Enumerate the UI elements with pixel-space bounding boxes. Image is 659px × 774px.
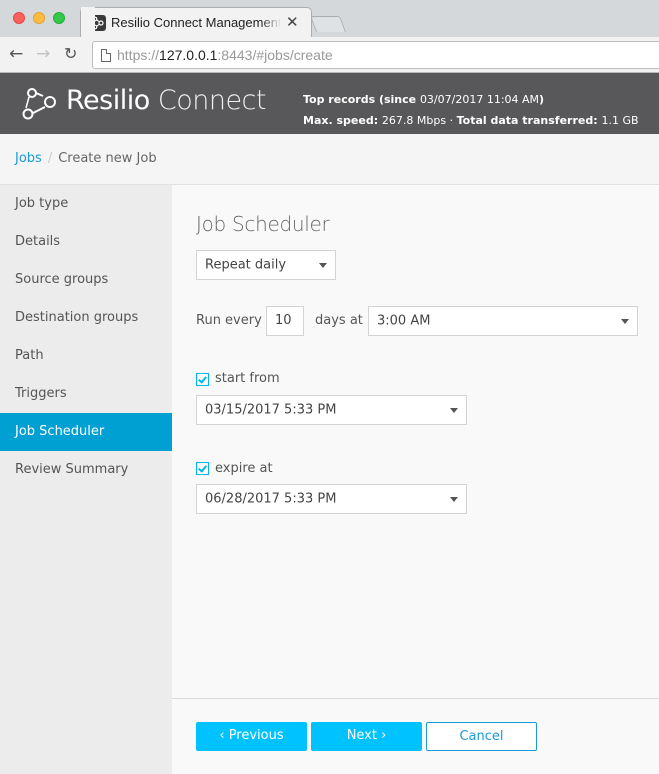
previous-button[interactable]: ‹ Previous — [196, 722, 307, 751]
total-data-label: Total data transferred: — [456, 114, 602, 127]
url-path: :8443/#jobs/create — [217, 47, 333, 63]
page-icon — [101, 49, 111, 62]
browser-tab-active[interactable]: Resilio Connect Management Console ✕ — [80, 7, 312, 38]
repeat-frequency-select[interactable]: Repeat daily — [196, 250, 336, 280]
chevron-down-icon — [450, 497, 458, 502]
url-text[interactable]: https://127.0.0.1:8443/#jobs/create — [117, 47, 333, 63]
breadcrumb-current: Create new Job — [58, 151, 157, 166]
start-date-value: 03/15/2017 5:33 PM — [205, 402, 337, 418]
sidebar-item-review-summary[interactable]: Review Summary — [0, 451, 172, 489]
breadcrumb-separator: / — [47, 151, 53, 166]
expire-date-select[interactable]: 06/28/2017 5:33 PM — [196, 484, 467, 514]
expire-at-checkbox[interactable] — [196, 462, 209, 475]
job-scheduler-panel: Job Scheduler Repeat daily Run every 10 … — [172, 185, 659, 774]
browser-toolbar: ← → ↻ https://127.0.0.1:8443/#jobs/creat… — [0, 37, 659, 73]
run-time-select[interactable]: 3:00 AM — [368, 306, 638, 336]
since-end: ) — [539, 93, 545, 106]
brand-bold: Resilio — [66, 85, 150, 116]
resilio-favicon-icon — [90, 15, 106, 31]
wizard-steps-sidebar: Job type Details Source groups Destinati… — [0, 185, 172, 774]
sidebar-item-details[interactable]: Details — [0, 223, 172, 261]
sidebar-item-job-scheduler[interactable]: Job Scheduler — [0, 413, 172, 451]
next-button[interactable]: Next › — [311, 722, 422, 751]
tab-title: Resilio Connect Management Console — [111, 15, 281, 30]
max-speed-value: 267.8 Mbps — [381, 114, 447, 127]
repeat-frequency-value: Repeat daily — [205, 257, 287, 273]
back-arrow-icon[interactable]: ← — [9, 45, 23, 63]
sidebar-item-source-groups[interactable]: Source groups — [0, 261, 172, 299]
since-date: 03/07/2017 11:04 AM — [419, 93, 540, 106]
expire-date-value: 06/28/2017 5:33 PM — [205, 491, 337, 507]
cancel-button[interactable]: Cancel — [426, 722, 537, 751]
chevron-down-icon — [621, 319, 629, 324]
brand-light: Connect — [157, 85, 267, 116]
browser-tab-strip: Resilio Connect Management Console ✕ — [0, 0, 659, 38]
start-from-checkbox[interactable] — [196, 373, 209, 386]
stats-line-speed: Max. speed: 267.8 Mbps · Total data tran… — [303, 110, 639, 131]
sidebar-item-path[interactable]: Path — [0, 337, 172, 375]
url-host: 127.0.0.1 — [159, 47, 218, 63]
expire-at-label[interactable]: expire at — [215, 461, 273, 476]
page-title: Job Scheduler — [196, 212, 330, 236]
reload-icon[interactable]: ↻ — [64, 45, 77, 63]
stats-separator: · — [446, 114, 457, 127]
chevron-down-icon — [450, 408, 458, 413]
breadcrumb: Jobs / Create new Job — [15, 151, 157, 166]
run-every-days-input[interactable]: 10 — [266, 306, 304, 336]
total-data-value: 1.1 GB — [601, 114, 639, 127]
window-minimize-button[interactable] — [33, 12, 45, 24]
forward-arrow-icon[interactable]: → — [36, 45, 50, 63]
days-at-label: days at — [315, 313, 363, 328]
window-zoom-button[interactable] — [53, 12, 65, 24]
resilio-logo-icon — [22, 88, 56, 120]
tab-close-icon[interactable]: ✕ — [286, 13, 299, 31]
sidebar-item-job-type[interactable]: Job type — [0, 185, 172, 223]
start-date-select[interactable]: 03/15/2017 5:33 PM — [196, 395, 467, 425]
sidebar-item-triggers[interactable]: Triggers — [0, 375, 172, 413]
breadcrumb-bar: Jobs / Create new Job — [0, 134, 659, 185]
since-label: Top records (since — [303, 93, 420, 106]
chevron-down-icon — [319, 263, 327, 268]
run-every-label: Run every — [196, 313, 262, 328]
brand-name: Resilio Connect — [66, 85, 266, 116]
run-time-value: 3:00 AM — [377, 313, 431, 329]
new-tab-button[interactable] — [310, 16, 346, 32]
sidebar-item-destination-groups[interactable]: Destination groups — [0, 299, 172, 337]
stats-line-since: Top records (since 03/07/2017 11:04 AM) — [303, 89, 639, 110]
max-speed-label: Max. speed: — [303, 114, 382, 127]
url-scheme: https:// — [117, 47, 160, 63]
top-records-stats: Top records (since 03/07/2017 11:04 AM) … — [303, 89, 639, 131]
window-close-button[interactable] — [13, 12, 25, 24]
address-bar[interactable]: https://127.0.0.1:8443/#jobs/create — [92, 41, 659, 69]
app-header: Resilio Connect Top records (since 03/07… — [0, 73, 659, 134]
breadcrumb-jobs-link[interactable]: Jobs — [15, 151, 42, 166]
start-from-label[interactable]: start from — [215, 371, 280, 386]
footer-divider — [172, 698, 659, 699]
